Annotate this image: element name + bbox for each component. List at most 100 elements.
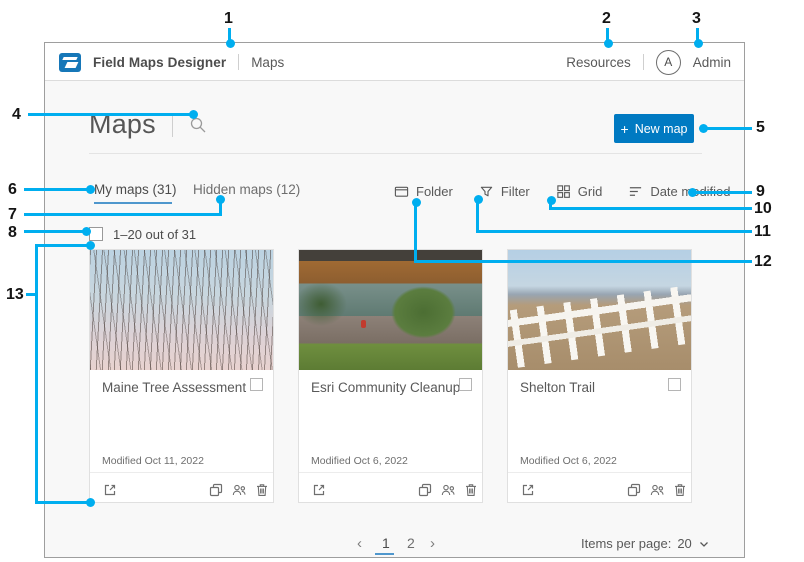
map-thumbnail[interactable] (90, 250, 273, 370)
items-per-page-label: Items per page: (581, 536, 671, 551)
nav-item-resources[interactable]: Resources (566, 55, 631, 70)
map-thumbnail[interactable] (299, 250, 482, 370)
callout-dot (82, 227, 91, 236)
open-map-icon[interactable] (311, 482, 327, 498)
map-thumbnail[interactable] (508, 250, 691, 370)
header-right: Resources A Admin (566, 43, 731, 81)
result-range-label: 1–20 out of 31 (113, 227, 196, 242)
page-number-1[interactable]: 1 (382, 535, 390, 551)
callout-number-8: 8 (8, 224, 17, 242)
duplicate-icon[interactable] (626, 482, 642, 498)
divider (299, 472, 482, 473)
map-card-title[interactable]: Maine Tree Assessment (102, 380, 246, 395)
callout-line (28, 113, 191, 116)
username-label[interactable]: Admin (693, 55, 731, 70)
plus-icon: + (621, 121, 629, 137)
share-group-icon[interactable] (440, 482, 456, 498)
callout-dot (189, 110, 198, 119)
callout-number-2: 2 (602, 10, 611, 28)
map-card: Esri Community Cleanup Modified Oct 6, 2… (298, 249, 483, 503)
sort-icon (628, 184, 643, 199)
delete-icon[interactable] (463, 482, 479, 498)
page-prev-button[interactable]: ‹ (357, 535, 362, 552)
chevron-down-icon (698, 538, 710, 550)
app-header: Field Maps Designer Maps Resources A Adm… (45, 43, 744, 81)
callout-line (706, 127, 752, 130)
open-map-icon[interactable] (102, 482, 118, 498)
duplicate-icon[interactable] (208, 482, 224, 498)
map-card-title[interactable]: Esri Community Cleanup (311, 380, 460, 395)
callout-line (476, 199, 479, 233)
map-card: Shelton Trail Modified Oct 6, 2022 (507, 249, 692, 503)
select-all-checkbox[interactable] (89, 227, 103, 241)
divider (643, 54, 644, 70)
map-card-checkbox[interactable] (459, 378, 472, 391)
callout-line (695, 191, 752, 194)
map-card-title[interactable]: Shelton Trail (520, 380, 595, 395)
map-card: Maine Tree Assessment Modified Oct 11, 2… (89, 249, 274, 503)
page-number-2[interactable]: 2 (407, 535, 415, 551)
folder-label: Folder (416, 184, 453, 199)
app-title: Field Maps Designer (93, 55, 226, 70)
callout-dot (86, 241, 95, 250)
callout-number-10: 10 (754, 200, 772, 218)
app-window: Field Maps Designer Maps Resources A Adm… (44, 42, 745, 558)
callout-line (24, 213, 222, 216)
callout-line (35, 244, 38, 504)
delete-icon[interactable] (672, 482, 688, 498)
callout-number-7: 7 (8, 206, 17, 224)
callout-number-12: 12 (754, 253, 772, 271)
delete-icon[interactable] (254, 482, 270, 498)
share-group-icon[interactable] (649, 482, 665, 498)
callout-dot (604, 39, 613, 48)
duplicate-icon[interactable] (417, 482, 433, 498)
nav-item-maps[interactable]: Maps (251, 55, 284, 70)
header-left: Field Maps Designer Maps (59, 43, 284, 81)
callout-line (35, 244, 88, 247)
fence-graphic (508, 282, 691, 370)
page-next-button[interactable]: › (430, 535, 435, 552)
section-divider (89, 153, 702, 154)
active-tab-underline (94, 202, 172, 204)
callout-number-9: 9 (756, 183, 765, 201)
callout-number-4: 4 (12, 106, 21, 124)
callout-line (414, 260, 752, 263)
callout-line (35, 501, 88, 504)
tab-my-maps[interactable]: My maps (31) (94, 182, 177, 197)
callout-dot (694, 39, 703, 48)
new-map-button[interactable]: + New map (614, 114, 694, 143)
new-map-label: New map (635, 122, 688, 136)
callout-dot (86, 498, 95, 507)
callout-number-5: 5 (756, 119, 765, 137)
screenshot-root: Field Maps Designer Maps Resources A Adm… (0, 0, 804, 562)
esri-logo-icon (59, 53, 81, 72)
callout-dot (86, 185, 95, 194)
items-per-page-dropdown[interactable]: Items per page: 20 (581, 536, 710, 551)
map-card-checkbox[interactable] (250, 378, 263, 391)
modified-date: Modified Oct 6, 2022 (311, 455, 408, 467)
callout-dot (216, 195, 225, 204)
items-per-page-value: 20 (677, 536, 691, 551)
person-figure (361, 320, 366, 328)
callout-number-1: 1 (224, 10, 233, 28)
avatar[interactable]: A (656, 50, 681, 75)
share-group-icon[interactable] (231, 482, 247, 498)
divider (238, 54, 239, 70)
grid-icon (556, 184, 571, 199)
callout-line (414, 202, 417, 263)
callout-line (476, 230, 752, 233)
modified-date: Modified Oct 11, 2022 (102, 455, 204, 467)
tab-hidden-maps[interactable]: Hidden maps (12) (193, 182, 300, 197)
callout-number-11: 11 (754, 223, 771, 241)
folder-button[interactable]: Folder (394, 184, 453, 199)
open-map-icon[interactable] (520, 482, 536, 498)
list-toolbar: Folder Filter Grid (394, 184, 731, 199)
divider (508, 472, 691, 473)
filter-button[interactable]: Filter (479, 184, 530, 199)
callout-line (24, 230, 84, 233)
map-card-checkbox[interactable] (668, 378, 681, 391)
active-page-underline (375, 553, 394, 555)
callout-line (549, 207, 752, 210)
grid-view-button[interactable]: Grid (556, 184, 603, 199)
divider (172, 113, 173, 137)
